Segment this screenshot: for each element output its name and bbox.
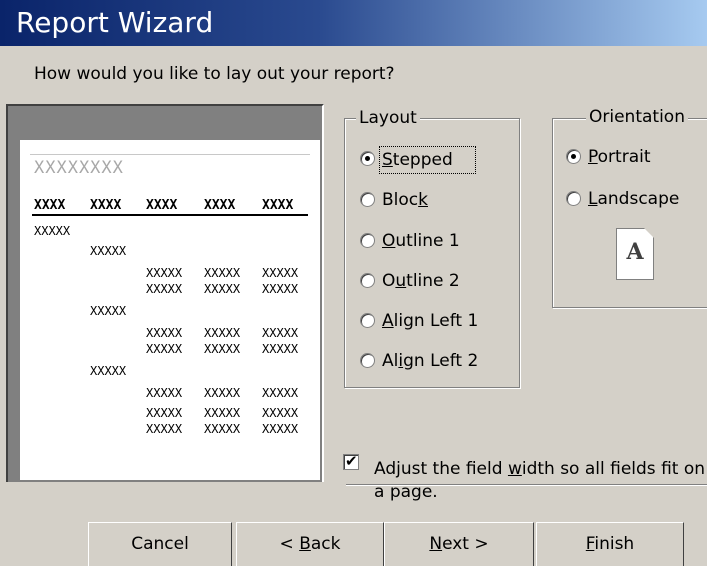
preview-cell: XXXXX: [204, 342, 241, 356]
preview-header-cell: XXXX: [146, 198, 178, 213]
layout-option-label[interactable]: Align Left 1: [382, 310, 478, 332]
preview-cell: XXXXX: [90, 364, 127, 378]
preview-cell: XXXXX: [262, 422, 299, 436]
adjust-width-checkbox[interactable]: ✔: [343, 452, 359, 470]
orientation-option-label[interactable]: Landscape: [588, 188, 679, 210]
orientation-option-label[interactable]: Portrait: [588, 146, 651, 168]
preview-cell: XXXXX: [262, 326, 299, 340]
radio-selected-dot: [365, 156, 370, 161]
cancel-button[interactable]: Cancel: [88, 522, 232, 566]
preview-cell: XXXXX: [90, 304, 127, 318]
preview-header-rule: [32, 214, 308, 216]
preview-header-cell: XXXX: [262, 198, 294, 213]
layout-option-radio[interactable]: [360, 273, 375, 288]
preview-header-cell: XXXX: [34, 198, 66, 213]
next-button[interactable]: Next >: [384, 522, 534, 566]
preview-cell: XXXXX: [262, 406, 299, 420]
preview-cell: XXXXX: [146, 422, 183, 436]
preview-cell: XXXXX: [146, 386, 183, 400]
preview-cell: XXXXX: [262, 386, 299, 400]
preview-cell: XXXXX: [262, 266, 299, 280]
orientation-option-radio[interactable]: [566, 191, 581, 206]
page-fold-icon: [644, 228, 654, 238]
preview-cell: XXXXX: [204, 326, 241, 340]
layout-option-radio[interactable]: [360, 192, 375, 207]
preview-cell: XXXXX: [204, 422, 241, 436]
layout-option-radio[interactable]: [360, 233, 375, 248]
adjust-width-label[interactable]: Adjust the field width so all fields fit…: [374, 458, 705, 480]
orientation-group-label: Orientation: [586, 106, 688, 128]
layout-option-label[interactable]: Stepped: [379, 146, 476, 174]
preview-cell: XXXXX: [262, 342, 299, 356]
portrait-page-icon: A: [616, 228, 654, 280]
preview-cell: XXXXX: [204, 282, 241, 296]
back-button[interactable]: < Back: [236, 522, 384, 566]
layout-option-label[interactable]: Outline 1: [382, 230, 460, 252]
window-title: Report Wizard: [16, 6, 214, 39]
preview-cell: XXXXX: [204, 386, 241, 400]
preview-cell: XXXXX: [146, 266, 183, 280]
preview-divider: [30, 154, 310, 155]
preview-cell: XXXXX: [34, 224, 71, 238]
layout-group-label: Layout: [356, 107, 420, 129]
layout-question: How would you like to lay out your repor…: [34, 64, 395, 84]
preview-cell: XXXXX: [204, 266, 241, 280]
preview-header-cell: XXXX: [90, 198, 122, 213]
layout-preview: XXXXXXXX XXXX XXXX XXXX XXXX XXXX XXXXX X…: [20, 140, 320, 480]
button-separator: [346, 484, 707, 486]
preview-cell: XXXXX: [90, 244, 127, 258]
orientation-option-radio[interactable]: [566, 149, 581, 164]
preview-report-title: XXXXXXXX: [34, 158, 124, 178]
layout-option-radio[interactable]: [360, 313, 375, 328]
layout-option-radio[interactable]: [360, 353, 375, 368]
checkmark-icon: ✔: [345, 452, 358, 470]
layout-option-label[interactable]: Align Left 2: [382, 350, 478, 372]
layout-option-label[interactable]: Outline 2: [382, 270, 460, 292]
radio-selected-dot: [571, 154, 576, 159]
preview-header-cell: XXXX: [204, 198, 236, 213]
layout-option-label[interactable]: Block: [382, 189, 428, 211]
preview-cell: XXXXX: [262, 282, 299, 296]
preview-cell: XXXXX: [146, 406, 183, 420]
preview-cell: XXXXX: [146, 282, 183, 296]
finish-button[interactable]: Finish: [536, 522, 684, 566]
preview-cell: XXXXX: [204, 406, 241, 420]
preview-cell: XXXXX: [146, 342, 183, 356]
layout-option-radio[interactable]: [360, 151, 375, 166]
page-letter: A: [626, 239, 644, 265]
preview-cell: XXXXX: [146, 326, 183, 340]
